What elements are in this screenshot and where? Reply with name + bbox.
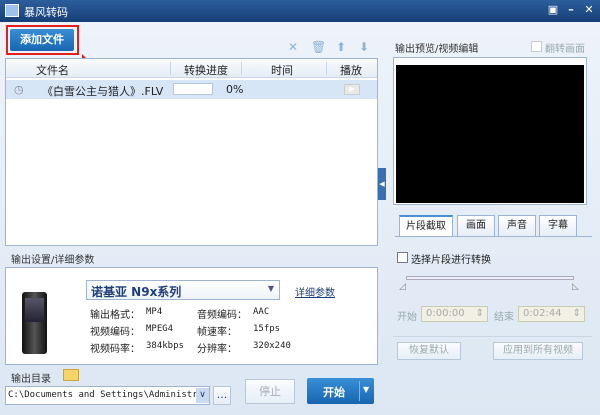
param-label: 分辨率： bbox=[197, 344, 237, 355]
title-bar: 暴风转码 ▣ – ✕ bbox=[0, 0, 600, 22]
param-value: 15fps bbox=[253, 324, 281, 334]
minimize-button[interactable]: – bbox=[564, 3, 578, 17]
clock-icon: ◷ bbox=[14, 83, 24, 96]
table-row[interactable]: ◷ 《白雪公主与猎人》.FLV 0% ▶ bbox=[6, 80, 377, 99]
output-dir-label: 输出目录 bbox=[11, 374, 51, 385]
param-value: MPEG4 bbox=[146, 324, 174, 334]
tab-picture[interactable]: 画面 bbox=[457, 215, 495, 236]
output-path-input[interactable]: C:\Documents and Settings\Administra bbox=[5, 386, 210, 405]
tab-audio[interactable]: 声音 bbox=[498, 215, 536, 236]
start-time-input[interactable]: 0:00:00 ⇕ bbox=[421, 306, 488, 322]
preset-dropdown[interactable]: 诺基亚 N9x系列 ▼ bbox=[86, 280, 280, 300]
list-header: 文件名 转换进度 时间 播放 bbox=[6, 59, 377, 78]
param-value: 384kbps bbox=[146, 341, 184, 351]
tab-subtitle[interactable]: 字幕 bbox=[539, 215, 577, 236]
col-progress[interactable]: 转换进度 bbox=[184, 62, 228, 78]
spinner-icon: ⇕ bbox=[475, 308, 484, 319]
browse-button[interactable]: ... bbox=[213, 386, 231, 405]
param-label: 帧速率： bbox=[197, 327, 237, 338]
video-preview bbox=[396, 65, 584, 203]
param-value: AAC bbox=[253, 307, 270, 317]
play-icon[interactable]: ▶ bbox=[344, 84, 360, 95]
param-label: 输出格式： bbox=[90, 310, 140, 321]
close-icon[interactable]: ✕ bbox=[288, 40, 298, 54]
flip-checkbox[interactable] bbox=[531, 41, 542, 52]
segment-slider[interactable] bbox=[406, 276, 574, 280]
close-button[interactable]: ✕ bbox=[582, 3, 596, 17]
file-list: 文件名 转换进度 时间 播放 ◷ 《白雪公主与猎人》.FLV 0% ▶ bbox=[5, 58, 378, 246]
param-label: 视频码率： bbox=[90, 344, 140, 355]
col-filename[interactable]: 文件名 bbox=[36, 62, 69, 78]
spinner-icon: ⇕ bbox=[572, 308, 581, 319]
folder-icon[interactable] bbox=[63, 369, 79, 381]
segment-checkbox[interactable] bbox=[397, 252, 408, 263]
progress-text: 0% bbox=[226, 83, 244, 96]
progress-bar bbox=[173, 83, 213, 95]
chevron-down-icon[interactable]: ∨ bbox=[196, 388, 209, 403]
start-button[interactable]: 开始 ▼ bbox=[307, 378, 374, 404]
col-time[interactable]: 时间 bbox=[271, 62, 293, 78]
trash-icon[interactable]: 🗑 bbox=[311, 40, 326, 54]
flip-label: 翻转画面 bbox=[545, 44, 585, 55]
window-title: 暴风转码 bbox=[24, 6, 68, 19]
app-icon bbox=[5, 4, 19, 17]
preview-label: 输出预览/视频编辑 bbox=[395, 44, 479, 55]
segment-label: 选择片段进行转换 bbox=[411, 255, 491, 266]
details-link[interactable]: 详细参数 bbox=[295, 284, 335, 299]
col-play[interactable]: 播放 bbox=[340, 62, 362, 78]
slider-start-handle[interactable]: ◿ bbox=[399, 282, 406, 292]
preview-panel bbox=[393, 57, 587, 205]
param-label: 视频编码： bbox=[90, 327, 140, 338]
output-settings-label: 输出设置/详细参数 bbox=[11, 255, 95, 266]
param-value: MP4 bbox=[146, 307, 163, 317]
stop-button[interactable]: 停止 bbox=[245, 379, 295, 404]
chevron-down-icon: ▼ bbox=[363, 385, 370, 394]
collapse-handle[interactable]: ◀ bbox=[378, 168, 386, 200]
slider-end-handle[interactable]: ◺ bbox=[572, 282, 579, 292]
end-time-input[interactable]: 0:02:44 ⇕ bbox=[518, 306, 585, 322]
tab-clip[interactable]: 片段截取 bbox=[399, 215, 453, 236]
param-label: 音频编码： bbox=[197, 310, 247, 321]
arrow-up-icon[interactable]: ⬆ bbox=[336, 40, 346, 54]
end-label: 结束 bbox=[494, 312, 514, 323]
chevron-down-icon: ▼ bbox=[267, 284, 274, 293]
reset-button[interactable]: 恢复默认 bbox=[397, 342, 461, 360]
apply-all-button[interactable]: 应用到所有视频 bbox=[493, 342, 583, 360]
file-name: 《白雪公主与猎人》.FLV bbox=[42, 85, 164, 98]
restore-icon[interactable]: ▣ bbox=[546, 3, 560, 17]
arrow-down-icon[interactable]: ⬇ bbox=[359, 40, 369, 54]
param-value: 320x240 bbox=[253, 341, 291, 351]
start-label: 开始 bbox=[397, 312, 417, 323]
device-image bbox=[22, 292, 47, 354]
